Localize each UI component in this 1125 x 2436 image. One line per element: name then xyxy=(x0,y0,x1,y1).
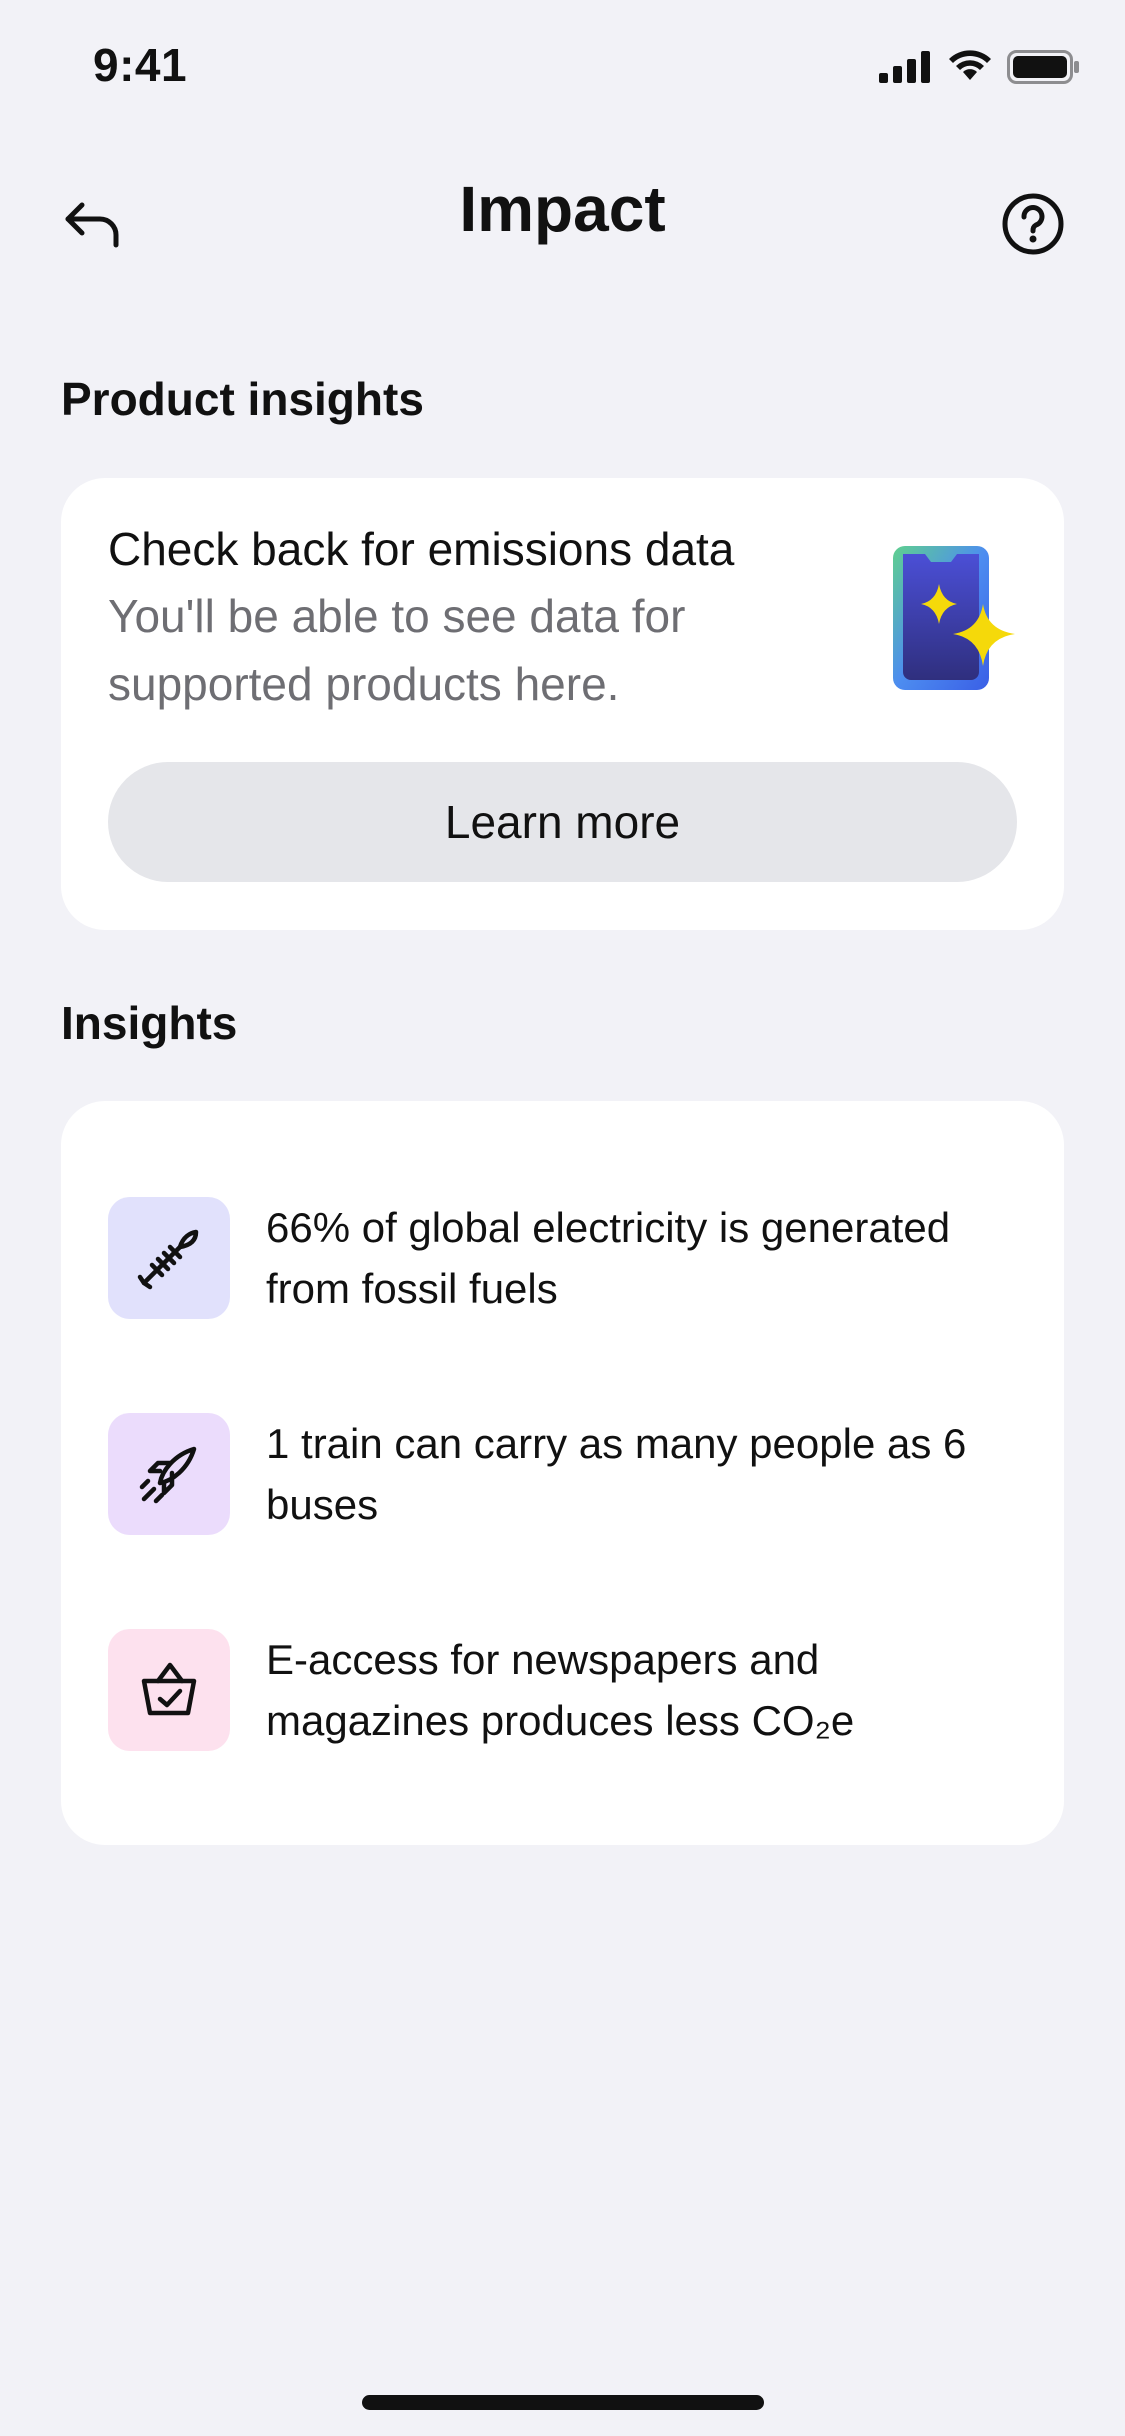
insight-item-e-access: E-access for newspapers and magazines pr… xyxy=(108,1629,1028,1751)
wifi-icon xyxy=(949,50,991,80)
battery-icon xyxy=(1007,50,1079,84)
insight-text: 66% of global electricity is generated f… xyxy=(266,1204,951,1312)
status-time: 9:41 xyxy=(93,39,188,91)
rocket-icon xyxy=(139,1446,197,1504)
insight-icon-tile xyxy=(108,1197,230,1319)
emissions-card-body: You'll be able to see data for supported… xyxy=(108,590,686,710)
page-title: Impact xyxy=(459,173,666,245)
shopping-basket-icon xyxy=(141,1662,197,1716)
fish-skeleton-icon xyxy=(137,1229,199,1290)
help-button[interactable] xyxy=(997,188,1069,260)
insights-title: Insights xyxy=(61,997,238,1049)
product-insights-card: Check back for emissions data You'll be … xyxy=(61,478,1064,930)
status-icons xyxy=(879,50,1081,84)
emissions-card-heading: Check back for emissions data xyxy=(108,523,735,575)
help-question-icon xyxy=(1002,193,1064,255)
insight-item-train: 1 train can carry as many people as 6 bu… xyxy=(108,1413,1028,1535)
cellular-signal-icon xyxy=(879,51,930,83)
insight-icon-tile xyxy=(108,1413,230,1535)
insights-card: 66% of global electricity is generated f… xyxy=(61,1101,1064,1845)
phone-sparkles-illustration xyxy=(893,546,1015,690)
insight-icon-tile xyxy=(108,1629,230,1751)
home-indicator[interactable] xyxy=(362,2395,764,2410)
nav-header: Impact xyxy=(0,150,1125,290)
insight-text: E-access for newspapers and magazines pr… xyxy=(266,1636,855,1744)
status-bar: 9:41 xyxy=(0,0,1125,135)
insight-text: 1 train can carry as many people as 6 bu… xyxy=(266,1420,967,1528)
learn-more-button[interactable]: Learn more xyxy=(108,762,1017,882)
product-insights-title: Product insights xyxy=(61,373,424,425)
insight-item-electricity: 66% of global electricity is generated f… xyxy=(108,1197,1028,1319)
